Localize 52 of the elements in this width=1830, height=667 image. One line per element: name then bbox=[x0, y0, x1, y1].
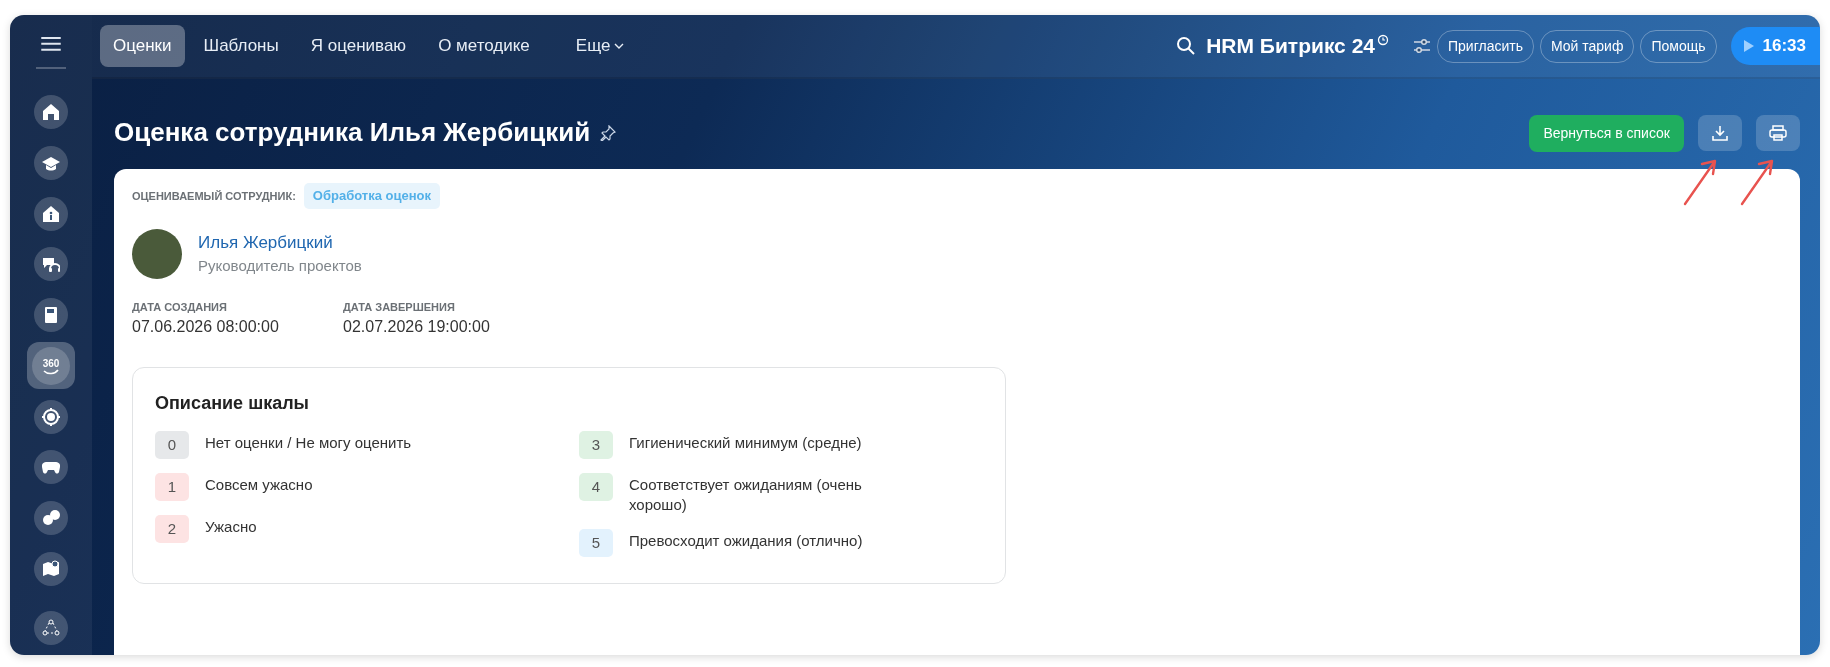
scale-value: 3 bbox=[579, 431, 613, 459]
search-icon[interactable] bbox=[1176, 36, 1197, 56]
scale-value: 0 bbox=[155, 431, 189, 459]
menu-icon[interactable] bbox=[41, 37, 61, 51]
date-label: ДАТА ЗАВЕРШЕНИЯ bbox=[343, 299, 456, 315]
book-icon bbox=[42, 306, 60, 325]
field-label: ОЦЕНИВАЕМЫЙ СОТРУДНИК: bbox=[132, 188, 296, 204]
scale-description: Гигиенический минимум (средне) bbox=[629, 433, 862, 453]
scale-value: 4 bbox=[579, 473, 613, 501]
printer-icon bbox=[1769, 125, 1787, 141]
brand-name: HRM Битрикс 24 bbox=[1206, 33, 1375, 60]
header-button[interactable]: Пригласить bbox=[1437, 29, 1534, 63]
info-icon bbox=[42, 204, 60, 223]
nodes-icon bbox=[42, 618, 60, 637]
sidebar-item[interactable]: 360 bbox=[27, 342, 75, 390]
employee-position: Руководитель проектов bbox=[198, 256, 362, 276]
play-icon bbox=[1742, 39, 1755, 53]
chevron-down-icon bbox=[614, 43, 625, 49]
scale-description: Нет оценки / Не могу оценить bbox=[205, 433, 412, 453]
scale-description: Превосходит ожидания (отлично) bbox=[629, 531, 863, 551]
date-label: ДАТА СОЗДАНИЯ bbox=[132, 299, 228, 315]
status-badge: Обработка оценок bbox=[303, 183, 440, 209]
date-value: 02.07.2026 19:00:00 bbox=[343, 317, 491, 337]
nav-tab[interactable]: Я оцениваю bbox=[297, 25, 420, 67]
nav-tab[interactable]: Шаблоны bbox=[190, 25, 292, 67]
headset-chat-icon bbox=[42, 255, 60, 274]
header-button[interactable]: Мой тариф bbox=[1539, 29, 1635, 63]
avatar bbox=[132, 228, 182, 279]
pin-icon[interactable] bbox=[600, 125, 617, 141]
date-value: 07.06.2026 08:00:00 bbox=[132, 317, 280, 337]
panel-title: Описание шкалы bbox=[155, 392, 310, 415]
page-title: Оценка сотрудника Илья Жербицкий bbox=[114, 117, 591, 149]
download-button[interactable] bbox=[1698, 115, 1742, 151]
scale-value: 2 bbox=[155, 515, 189, 543]
print-button[interactable] bbox=[1756, 115, 1800, 151]
map-pin-icon bbox=[42, 559, 60, 578]
chat-bubbles-icon bbox=[42, 509, 60, 528]
scale-value: 5 bbox=[579, 529, 613, 557]
nav-tab[interactable]: Оценки bbox=[100, 25, 185, 67]
more-menu[interactable]: Еще bbox=[562, 25, 638, 67]
scale-description: Совсем ужасно bbox=[205, 475, 313, 495]
scale-description: Соответствует ожиданиям (очень хорошо) bbox=[629, 475, 863, 515]
scale-description: Ужасно bbox=[205, 517, 257, 537]
house-icon bbox=[42, 102, 60, 121]
scale-value: 1 bbox=[155, 473, 189, 501]
timer-button[interactable]: 16:33 bbox=[1730, 27, 1820, 65]
sliders-icon[interactable] bbox=[1413, 38, 1431, 54]
target-icon bbox=[42, 407, 60, 426]
employee-name-link[interactable]: Илья Жербицкий bbox=[198, 229, 362, 255]
download-icon bbox=[1712, 125, 1728, 141]
header-button[interactable]: Помощь bbox=[1640, 29, 1717, 63]
nav-tab[interactable]: О методике bbox=[425, 25, 543, 67]
